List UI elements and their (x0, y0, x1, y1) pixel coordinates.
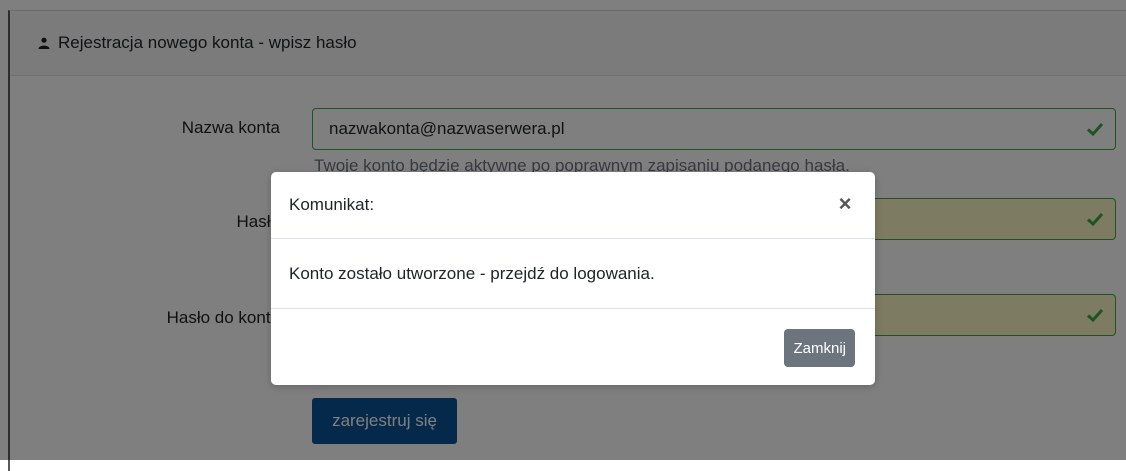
modal-footer: Zamknij (271, 309, 875, 385)
modal-title: Komunikat: (289, 195, 375, 214)
close-button[interactable]: Zamknij (784, 329, 855, 367)
modal-body: Konto zostało utworzone - przejdź do log… (271, 239, 875, 309)
modal-message: Konto zostało utworzone - przejdź do log… (289, 263, 655, 283)
message-modal: Komunikat: × Konto zostało utworzone - p… (271, 172, 875, 385)
close-icon[interactable]: × (835, 193, 855, 215)
modal-header: Komunikat: × (271, 172, 875, 239)
